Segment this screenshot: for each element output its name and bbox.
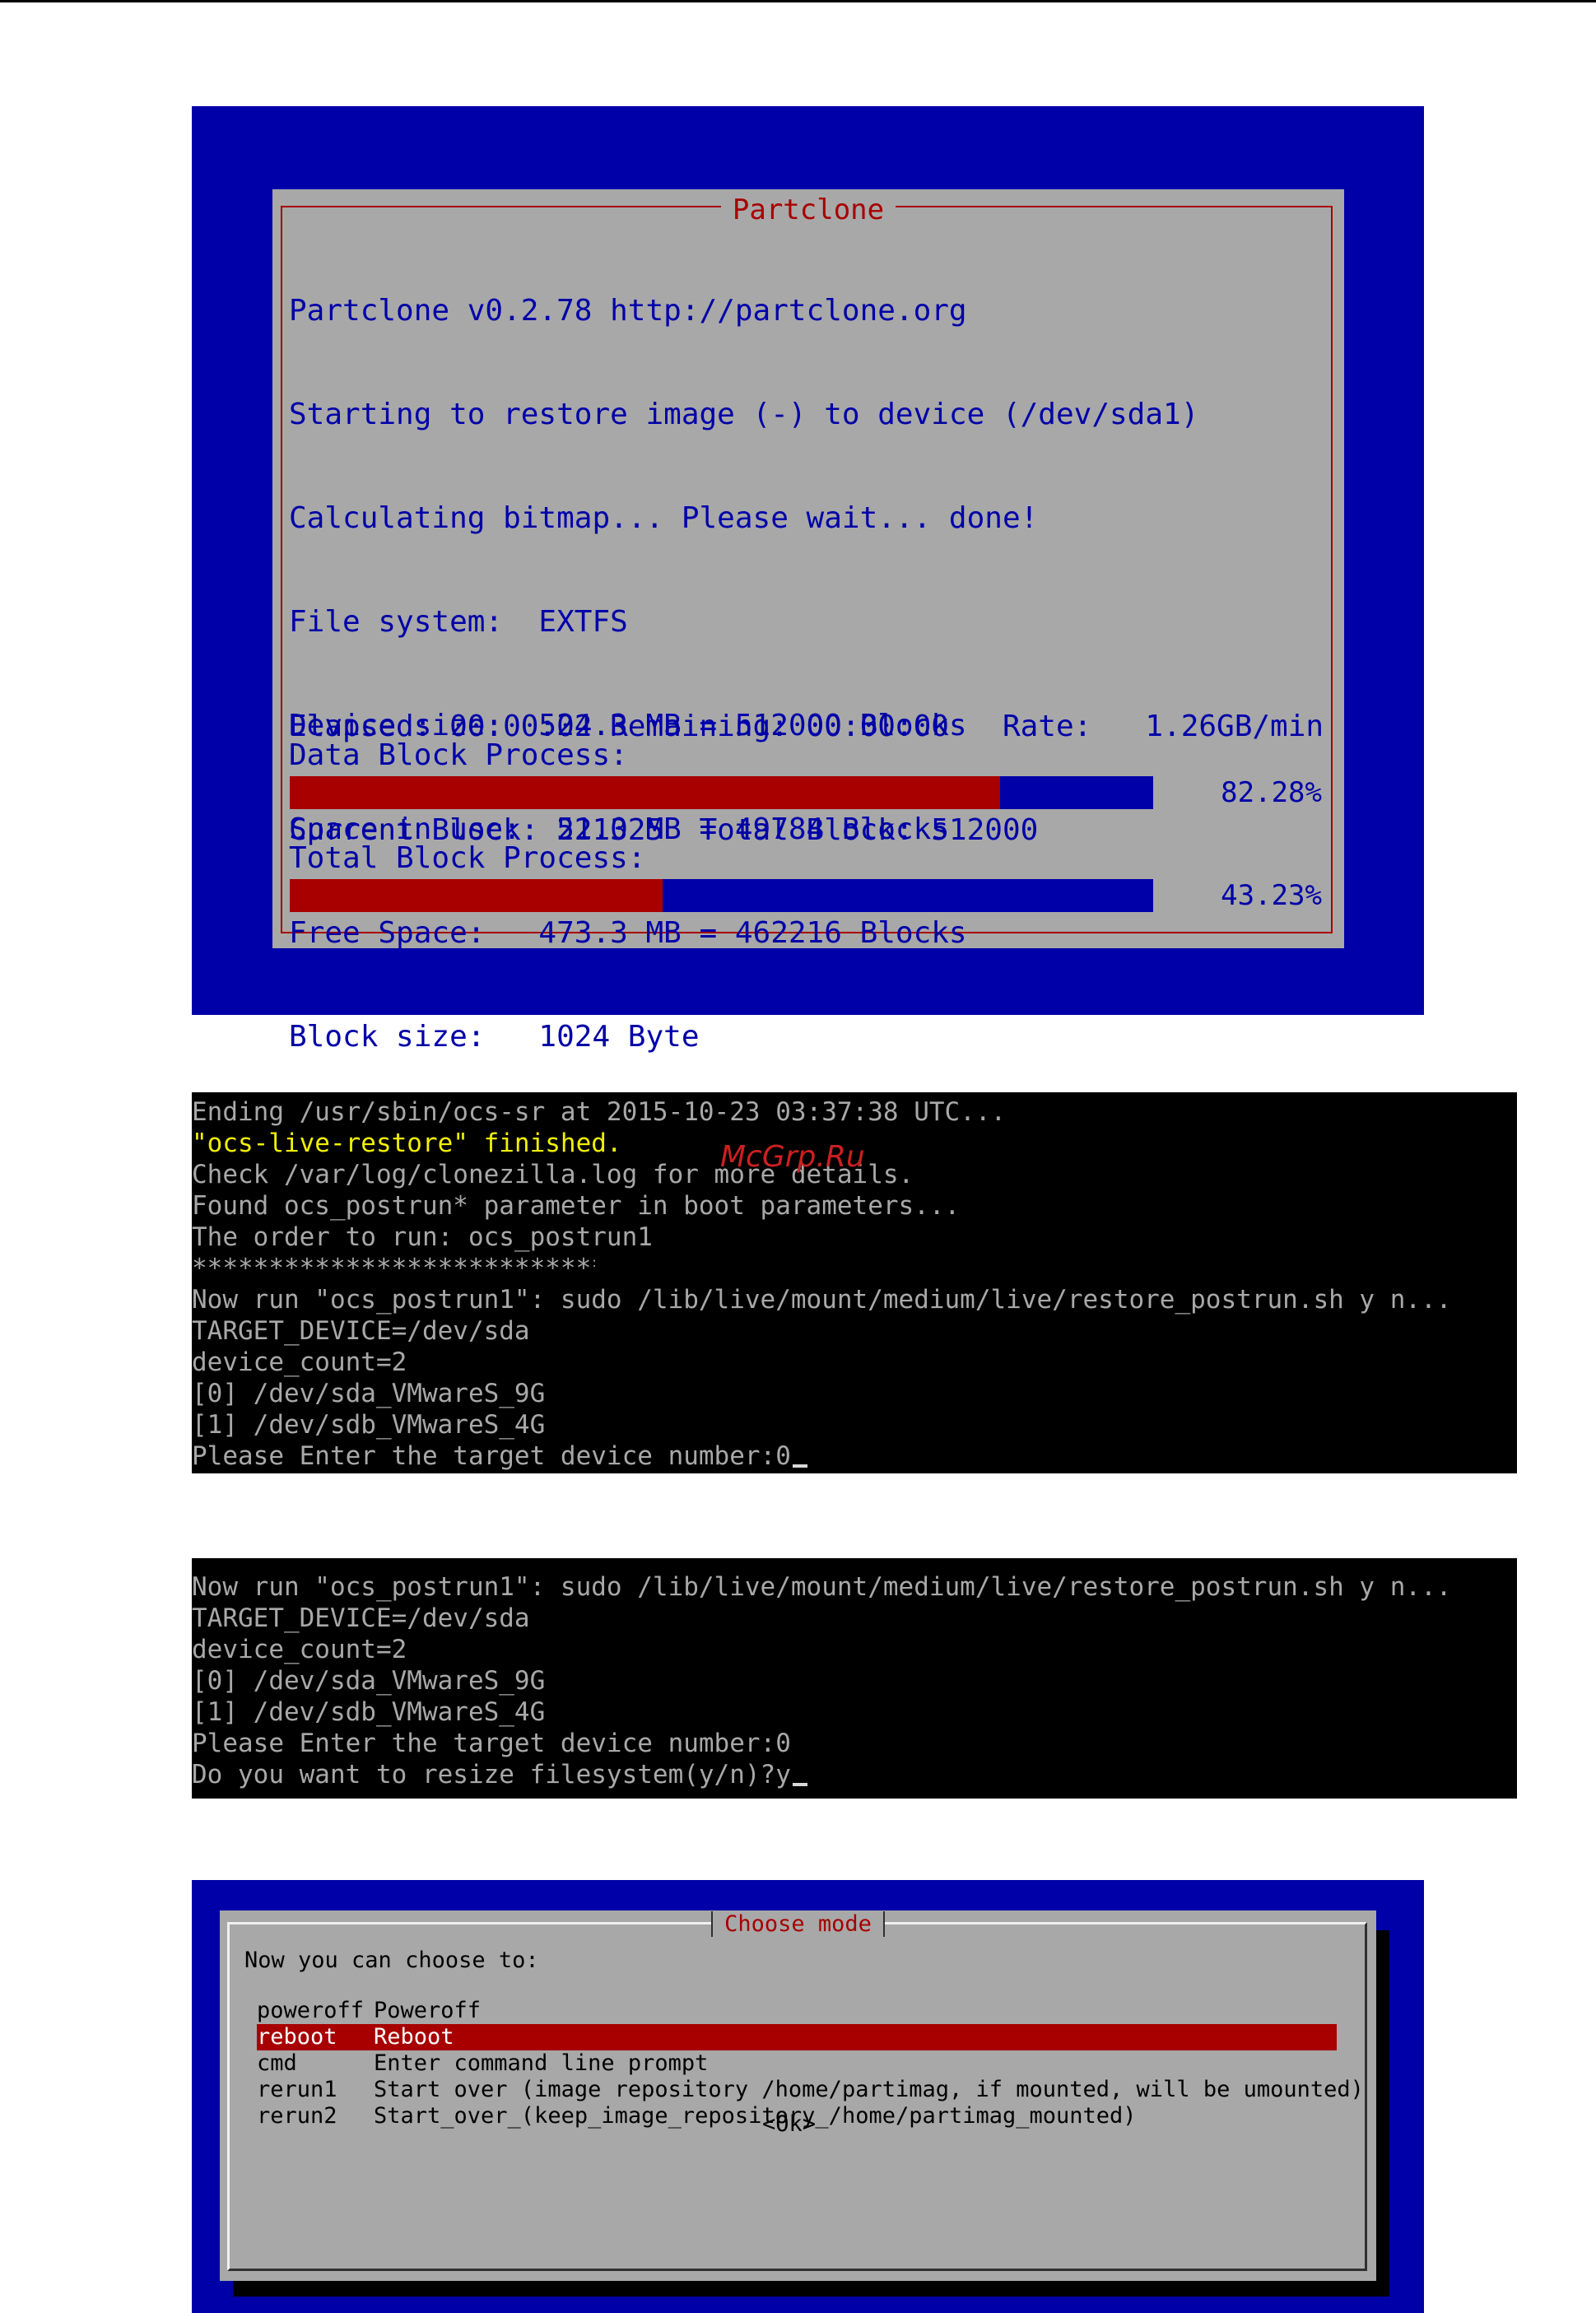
data-block-progress-fill [290,776,1001,809]
data-block-label: Data Block Process: [289,738,628,772]
terminal-line: Now run "ocs_postrun1": sudo /lib/live/m… [192,1572,1452,1602]
terminal-line: [1] /dev/sdb_VMwareS_4G [192,1410,546,1440]
choose-mode-prompt: Now you can choose to: [244,1948,539,1973]
terminal-prompt: Do you want to resize filesystem(y/n)?y [192,1760,791,1789]
terminal-line-separator: ****************************** [192,1558,1451,1571]
partclone-info-line: File system: EXTFS [289,605,628,639]
terminal-line: TARGET_DEVICE=/dev/sda [192,1316,530,1346]
menu-item-rerun1[interactable]: rerun1 Start over (image repository /home… [257,2077,1364,2103]
separator-stars: ****************************** [192,1254,595,1283]
total-block-progress-fill [290,879,663,912]
choose-mode-title: Choose mode [711,1911,885,1937]
terminal-line: Ending /usr/sbin/ocs-sr at 2015-10-23 03… [192,1097,1007,1127]
menu-item-desc: Reboot [374,2024,454,2050]
menu-item-desc: Enter command line prompt [374,2050,709,2076]
menu-item-key: rerun1 [257,2077,337,2102]
terminal-line: device_count=2 [192,1635,407,1664]
mode-menu: poweroff Poweroff reboot Reboot cmd Enter c… [257,1998,1364,2129]
total-block-label: Total Block Process: [289,841,646,875]
terminal-prompt-line[interactable]: Please Enter the target device number:0 [192,1440,1451,1472]
ok-button-row: <Ok> [220,2111,1376,2138]
menu-item-key: reboot [257,2024,337,2050]
watermark: McGrp.Ru [720,1140,865,1174]
separator-stars: ****************************** [192,1558,599,1571]
terminal-line: Now run "ocs_postrun1": sudo /lib/live/m… [192,1285,1452,1315]
terminal-prompt: Please Enter the target device number:0 [192,1441,791,1471]
terminal-line: [0] /dev/sda_VMwareS_9G [192,1666,546,1696]
partclone-info-line: Calculating bitmap... Please wait... don… [289,501,1039,535]
text-cursor [792,1783,807,1786]
terminal-prompt-line[interactable]: Do you want to resize filesystem(y/n)?y [192,1759,1451,1790]
partclone-title-bar: Partclone [272,193,1344,226]
menu-item-desc: Poweroff [374,1998,482,2023]
menu-item-desc: Start over (image repository /home/parti… [374,2077,1364,2102]
choose-mode-dialog: Choose mode Now you can choose to: power… [220,1910,1376,2281]
terminal-line: Please Enter the target device number:0 [192,1729,791,1758]
partclone-info-line: Free Space: 473.3 MB = 462216 Blocks [289,916,967,950]
choose-mode-title-bar: Choose mode [220,1910,1376,1938]
data-block-progress-bar [290,776,1153,809]
partclone-info-line: Starting to restore image (-) to device … [289,398,1199,431]
menu-item-reboot[interactable]: reboot Reboot [257,2024,1337,2050]
total-block-percent: 43.23% [1221,879,1322,912]
terminal-line: [1] /dev/sdb_VMwareS_4G [192,1697,546,1727]
menu-item-poweroff[interactable]: poweroff Poweroff [257,1998,1337,2024]
menu-item-key: poweroff [257,1998,365,2023]
terminal-line: TARGET_DEVICE=/dev/sda [192,1603,530,1633]
terminal-line: The order to run: ocs_postrun1 [192,1222,653,1252]
data-block-percent: 82.28% [1221,776,1322,809]
menu-item-cmd[interactable]: cmd Enter command line prompt [257,2050,1337,2077]
partclone-info-line: Partclone v0.2.78 http://partclone.org [289,294,967,328]
terminal-line: [0] /dev/sda_VMwareS_9G [192,1379,546,1408]
partclone-screen: Partclone Partclone v0.2.78 http://partc… [192,106,1424,1054]
terminal-line: device_count=2 [192,1347,407,1377]
terminal-line: Found ocs_postrun* parameter in boot par… [192,1191,961,1221]
menu-item-key: cmd [257,2050,297,2076]
ok-button[interactable]: <Ok> [762,2111,816,2137]
terminal-window-2: ****************************** Now run "… [192,1558,1517,1799]
partclone-info-line: Block size: 1024 Byte [289,1020,700,1054]
terminal-line-separator: ****************************** [192,1253,1451,1284]
text-cursor [792,1464,807,1468]
partclone-dialog: Partclone Partclone v0.2.78 http://partc… [272,189,1344,1054]
total-block-progress-bar [290,879,1153,912]
page-top-rule [0,0,1596,2]
partclone-title: Partclone [720,193,896,226]
